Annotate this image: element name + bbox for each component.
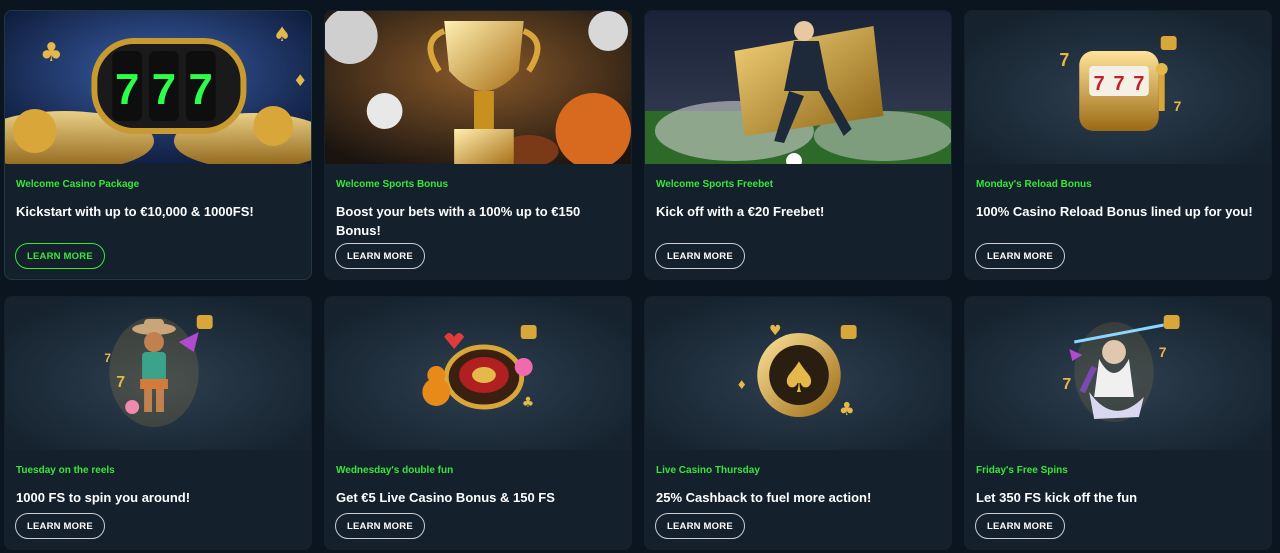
svg-text:7: 7 xyxy=(1094,73,1105,95)
promo-card-welcome-casino: 7 7 7 ♣ ♠ ♦ Welcome Casino Package Kicks… xyxy=(4,10,312,280)
svg-text:♣: ♣ xyxy=(522,395,534,411)
promo-tag: Wednesday's double fun xyxy=(336,465,454,476)
promo-title: Kickstart with up to €10,000 & 1000FS! xyxy=(16,204,254,219)
learn-more-button[interactable]: LEARN MORE xyxy=(15,243,105,269)
promo-title: 100% Casino Reload Bonus lined up for yo… xyxy=(976,204,1253,219)
football-player-image xyxy=(645,11,951,164)
learn-more-button[interactable]: LEARN MORE xyxy=(335,243,425,269)
promo-card-sports-freebet: Welcome Sports Freebet Kick off with a €… xyxy=(644,10,952,280)
learn-more-button[interactable]: LEARN MORE xyxy=(335,513,425,539)
svg-text:♣: ♣ xyxy=(40,38,63,68)
promo-card-tuesday-reels: 7 7 Tuesday on the reels 1000 FS to spin… xyxy=(4,296,312,550)
poker-chip-image: ♠ ♥ ♣ ♦ xyxy=(645,297,951,450)
svg-text:7: 7 xyxy=(1133,73,1144,95)
promo-tag: Welcome Casino Package xyxy=(16,179,140,190)
learn-more-button[interactable]: LEARN MORE xyxy=(975,513,1065,539)
promo-title: 25% Cashback to fuel more action! xyxy=(656,490,872,505)
promo-title: 1000 FS to spin you around! xyxy=(16,490,191,505)
learn-more-button[interactable]: LEARN MORE xyxy=(15,513,105,539)
promo-card-friday-spins: 7 7 Friday's Free Spins Let 350 FS kick … xyxy=(964,296,1272,550)
svg-text:7: 7 xyxy=(1059,50,1069,70)
promo-title: Boost your bets with a 100% up to €150 B… xyxy=(336,204,581,238)
promo-tag: Welcome Sports Freebet xyxy=(656,179,774,190)
slot-reels-image: 7 7 7 ♣ ♠ ♦ xyxy=(5,11,311,164)
promo-tag: Monday's Reload Bonus xyxy=(976,179,1092,190)
svg-text:♠: ♠ xyxy=(780,353,817,402)
promo-tag: Welcome Sports Bonus xyxy=(336,179,449,190)
svg-text:7: 7 xyxy=(116,374,125,391)
promotions-grid: 7 7 7 ♣ ♠ ♦ Welcome Casino Package Kicks… xyxy=(4,10,1272,550)
promo-card-wednesday-double: ♣ Wednesday's double fun Get €5 Live Cas… xyxy=(324,296,632,550)
svg-text:♥: ♥ xyxy=(769,323,781,339)
promo-title: Kick off with a €20 Freebet! xyxy=(656,204,825,219)
learn-more-button[interactable]: LEARN MORE xyxy=(975,243,1065,269)
svg-text:7: 7 xyxy=(1159,344,1167,360)
svg-text:7: 7 xyxy=(152,65,176,114)
svg-text:7: 7 xyxy=(115,65,139,114)
learn-more-button[interactable]: LEARN MORE xyxy=(655,243,745,269)
svg-text:♦: ♦ xyxy=(736,378,747,392)
promo-tag: Friday's Free Spins xyxy=(976,465,1068,476)
svg-text:7: 7 xyxy=(1062,376,1071,393)
slot-machine-image: 7 7 7 7 7 xyxy=(965,11,1271,164)
promo-card-live-thursday: ♠ ♥ ♣ ♦ Live Casino Thursday 25% Cashbac… xyxy=(644,296,952,550)
svg-text:♦: ♦ xyxy=(293,71,307,90)
svg-text:♣: ♣ xyxy=(839,399,855,420)
svg-text:7: 7 xyxy=(104,351,111,365)
promo-tag: Tuesday on the reels xyxy=(16,465,115,476)
zeus-image: 7 7 xyxy=(965,297,1271,450)
svg-text:7: 7 xyxy=(189,65,213,114)
cowboy-image: 7 7 xyxy=(5,297,311,450)
promo-title: Let 350 FS kick off the fun xyxy=(976,490,1138,505)
promo-title: Get €5 Live Casino Bonus & 150 FS xyxy=(336,490,555,505)
svg-text:7: 7 xyxy=(1174,98,1182,114)
roulette-image: ♣ xyxy=(325,297,631,450)
promo-card-welcome-sports: Welcome Sports Bonus Boost your bets wit… xyxy=(324,10,632,280)
svg-text:7: 7 xyxy=(1113,73,1124,95)
promo-tag: Live Casino Thursday xyxy=(656,465,760,476)
svg-text:♠: ♠ xyxy=(273,23,291,46)
trophy-image xyxy=(325,11,631,164)
promo-card-monday-reload: 7 7 7 7 7 Monday's Reload Bonus 100% Cas… xyxy=(964,10,1272,280)
learn-more-button[interactable]: LEARN MORE xyxy=(655,513,745,539)
